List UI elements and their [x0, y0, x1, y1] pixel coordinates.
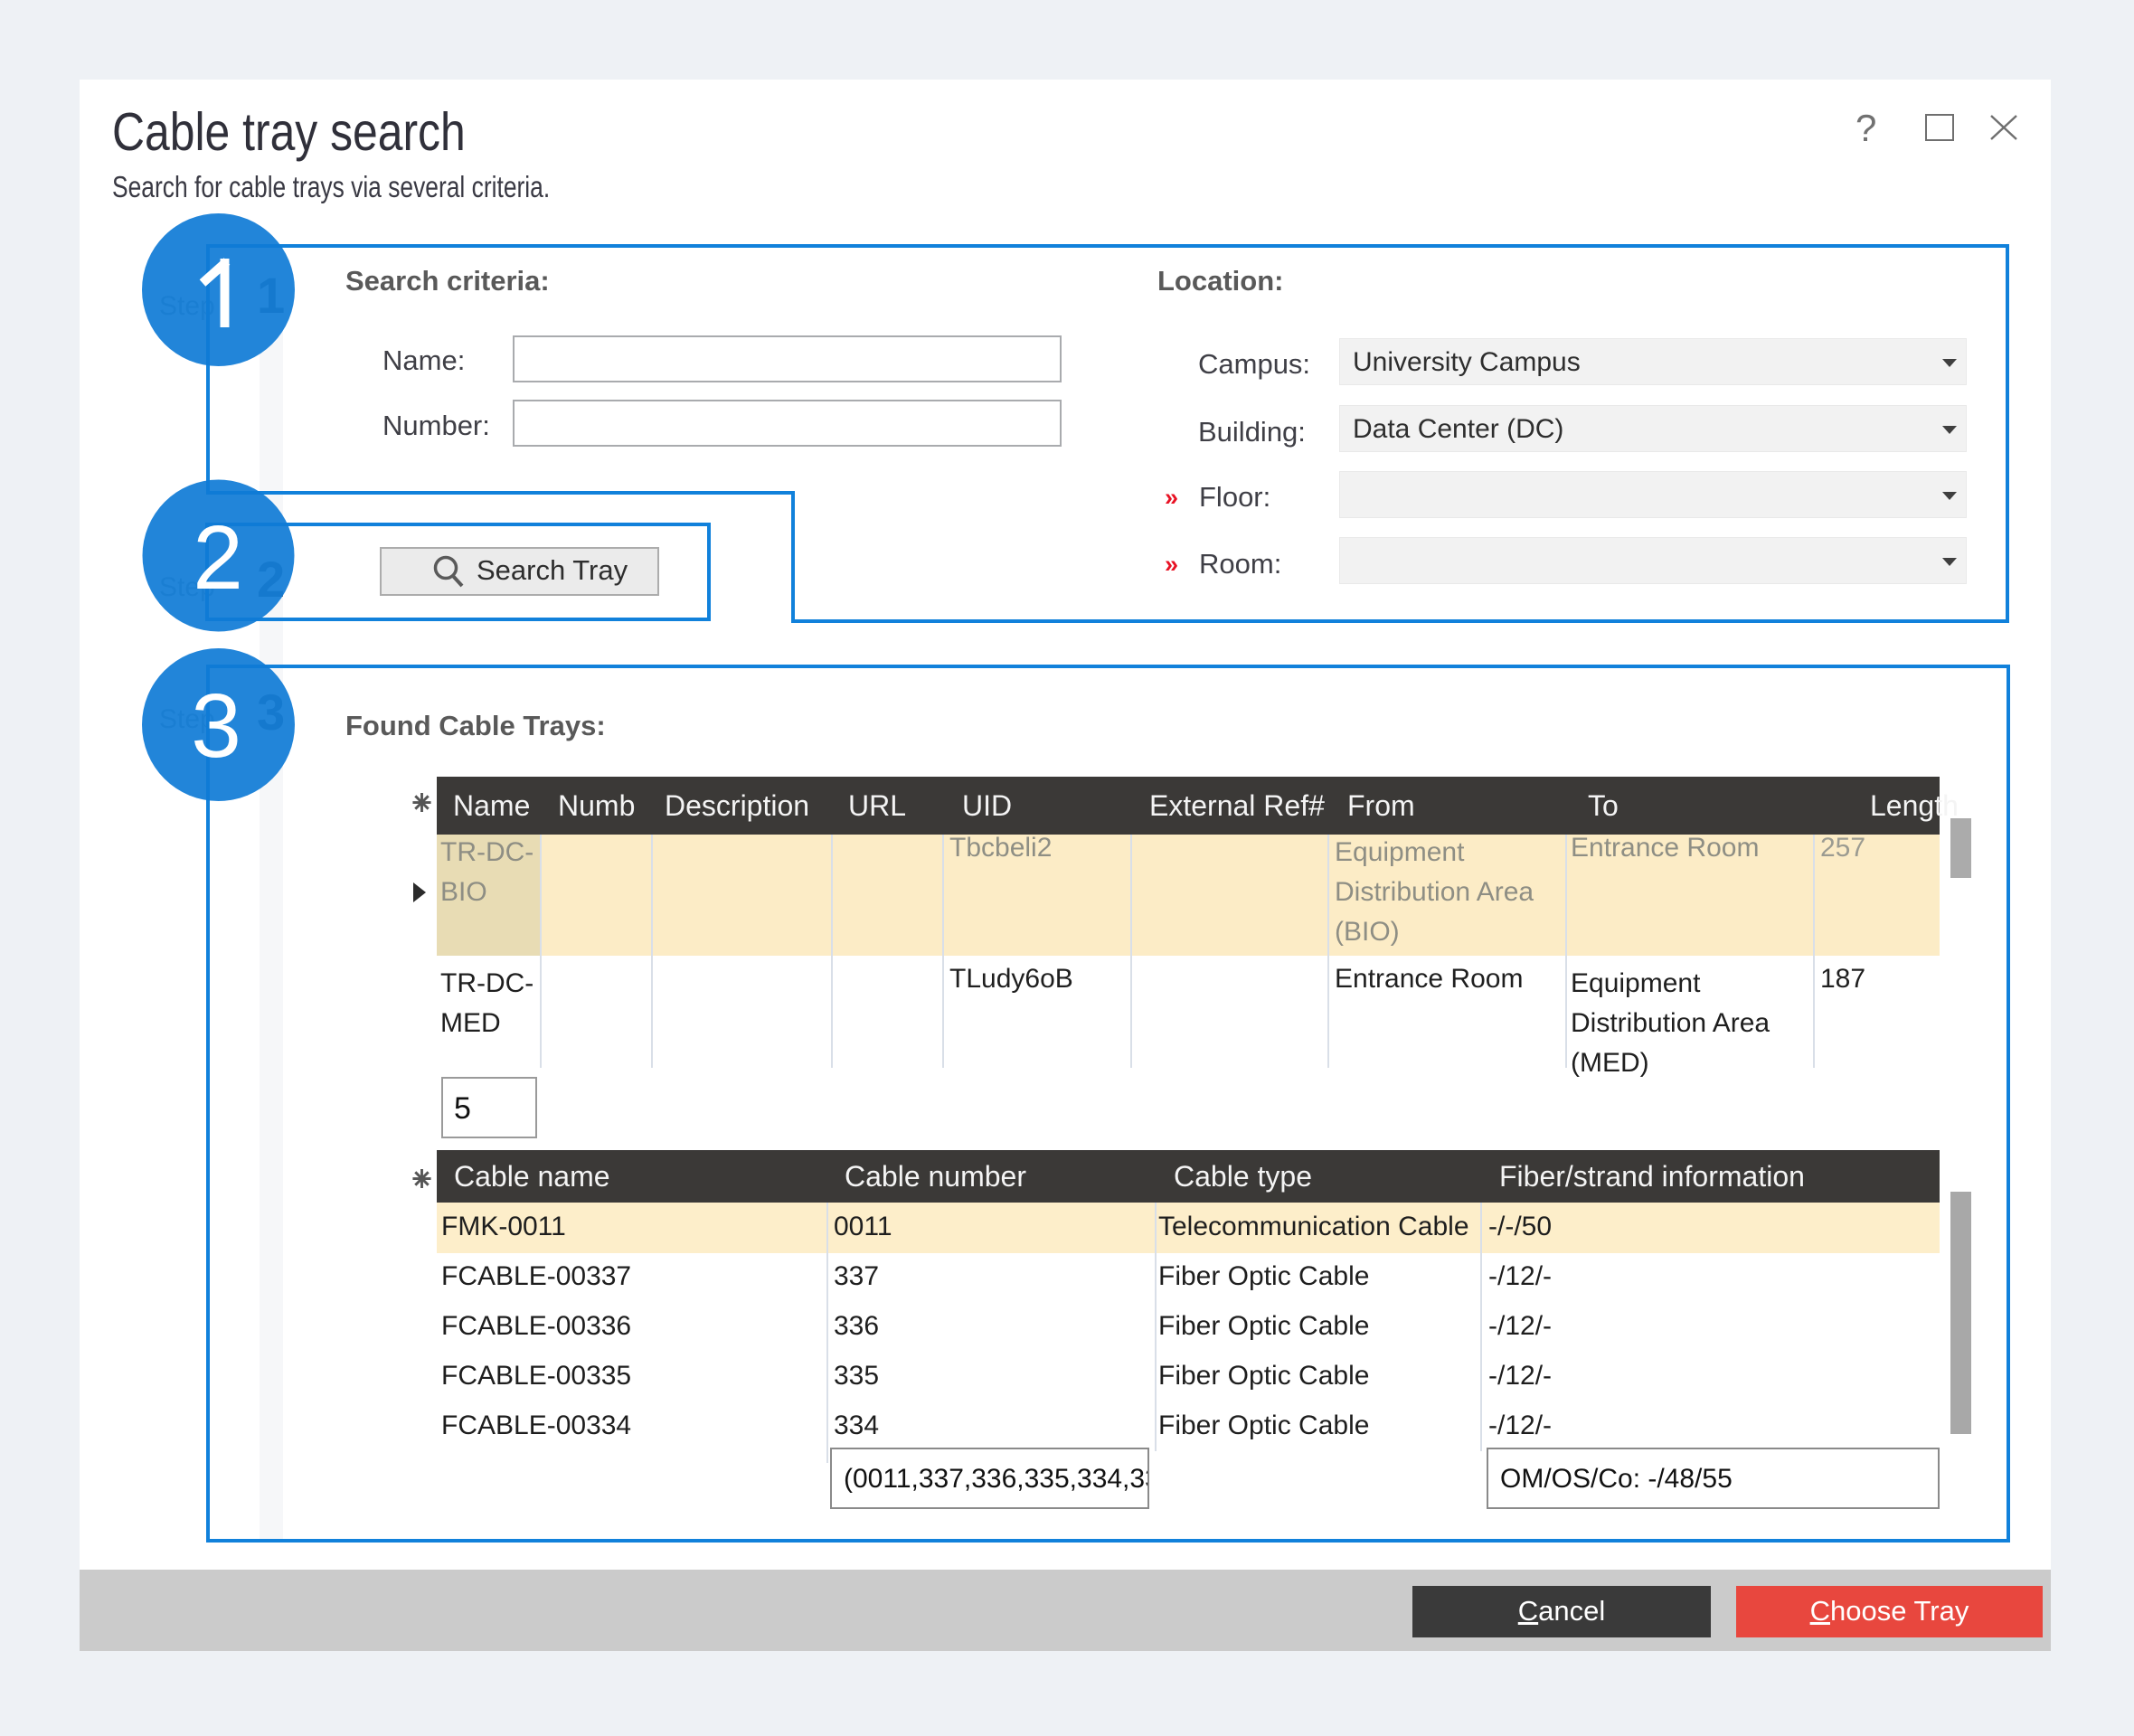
svg-text:2: 2: [193, 507, 243, 609]
svg-text:3: 3: [191, 675, 241, 777]
